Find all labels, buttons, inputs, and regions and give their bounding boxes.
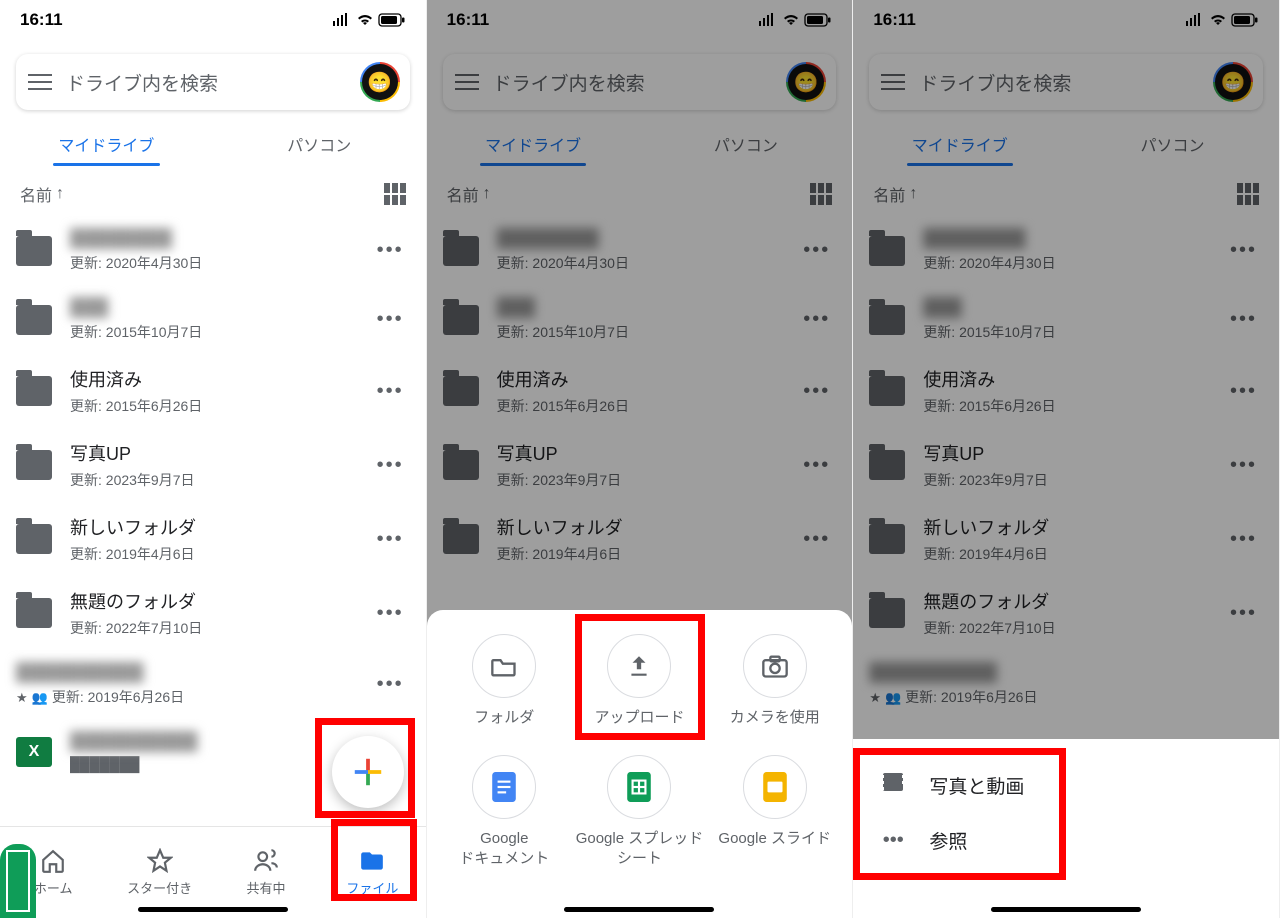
search-placeholder: ドライブ内を検索 bbox=[66, 69, 348, 96]
status-time: 16:11 bbox=[20, 10, 63, 30]
sort-button[interactable]: 名前 ↑ bbox=[20, 182, 64, 206]
sort-row: 名前 ↑ bbox=[0, 166, 426, 216]
highlight-files-tab bbox=[331, 819, 417, 901]
list-item[interactable]: 新しいフォルダ 更新: 2019年4月6日 ••• bbox=[6, 502, 420, 576]
list-item[interactable]: ██████████ ★👥更新: 2019年6月26日 ••• bbox=[6, 650, 420, 719]
create-docs[interactable]: Google ドキュメント bbox=[437, 755, 572, 868]
create-slides[interactable]: Google スライド bbox=[707, 755, 842, 868]
phone-screen-1: 16:11 ドライブ内を検索 😁 マイドライブ パソコン 名前 ↑ ██████… bbox=[0, 0, 427, 918]
more-icon[interactable]: ••• bbox=[371, 239, 410, 262]
tab-mydrive[interactable]: マイドライブ bbox=[0, 132, 213, 166]
folder-icon bbox=[16, 598, 52, 628]
folder-icon bbox=[16, 376, 52, 406]
highlight-fab bbox=[315, 718, 415, 818]
folder-outline-icon bbox=[472, 634, 536, 698]
docs-icon bbox=[472, 755, 536, 819]
home-indicator bbox=[138, 907, 288, 912]
slides-icon bbox=[743, 755, 807, 819]
sheets-app-icon bbox=[607, 755, 671, 819]
status-icons bbox=[332, 13, 406, 27]
status-bar: 16:11 bbox=[0, 0, 426, 40]
folder-icon bbox=[16, 305, 52, 335]
folder-icon bbox=[16, 524, 52, 554]
menu-icon[interactable] bbox=[26, 68, 54, 96]
file-list: ████████ 更新: 2020年4月30日 ••• ███ 更新: 2015… bbox=[0, 216, 426, 784]
create-folder[interactable]: フォルダ bbox=[437, 634, 572, 728]
phone-screen-2: 16:11 ドライブ内を検索😁 マイドライブパソコン 名前↑ ████████更… bbox=[427, 0, 854, 918]
avatar[interactable]: 😁 bbox=[360, 62, 400, 102]
list-item[interactable]: ███ 更新: 2015年10月7日 ••• bbox=[6, 285, 420, 354]
nav-shared[interactable]: 共有中 bbox=[213, 848, 319, 897]
highlight-upload-menu bbox=[853, 748, 1066, 880]
more-icon[interactable]: ••• bbox=[371, 380, 410, 403]
more-icon[interactable]: ••• bbox=[371, 673, 410, 696]
excel-icon bbox=[16, 737, 52, 767]
list-item[interactable]: 写真UP 更新: 2023年9月7日 ••• bbox=[6, 428, 420, 502]
more-icon[interactable]: ••• bbox=[371, 308, 410, 331]
more-icon[interactable]: ••• bbox=[371, 528, 410, 551]
phone-screen-3: 16:11 ドライブ内を検索😁 マイドライブパソコン 名前↑ ████████更… bbox=[853, 0, 1280, 918]
folder-icon bbox=[16, 236, 52, 266]
more-icon[interactable]: ••• bbox=[371, 602, 410, 625]
home-indicator bbox=[564, 907, 714, 912]
sheets-icon bbox=[0, 844, 36, 918]
camera-icon bbox=[743, 634, 807, 698]
nav-starred[interactable]: スター付き bbox=[106, 848, 212, 897]
tabs-row: マイドライブ パソコン bbox=[0, 118, 426, 166]
folder-icon bbox=[16, 450, 52, 480]
create-camera[interactable]: カメラを使用 bbox=[707, 634, 842, 728]
more-icon[interactable]: ••• bbox=[371, 454, 410, 477]
list-item[interactable]: 使用済み 更新: 2015年6月26日 ••• bbox=[6, 354, 420, 428]
highlight-upload bbox=[575, 614, 705, 740]
arrow-up-icon: ↑ bbox=[56, 185, 64, 203]
tab-computer[interactable]: パソコン bbox=[213, 132, 426, 166]
shared-icon: 👥 bbox=[32, 690, 48, 705]
list-item[interactable]: 無題のフォルダ 更新: 2022年7月10日 ••• bbox=[6, 576, 420, 650]
view-toggle-icon[interactable] bbox=[384, 183, 406, 205]
star-icon: ★ bbox=[16, 690, 28, 705]
create-sheets[interactable]: Google スプレッドシート bbox=[572, 755, 707, 868]
home-indicator bbox=[991, 907, 1141, 912]
list-item[interactable]: ████████ 更新: 2020年4月30日 ••• bbox=[6, 216, 420, 285]
search-bar[interactable]: ドライブ内を検索 😁 bbox=[16, 54, 410, 110]
